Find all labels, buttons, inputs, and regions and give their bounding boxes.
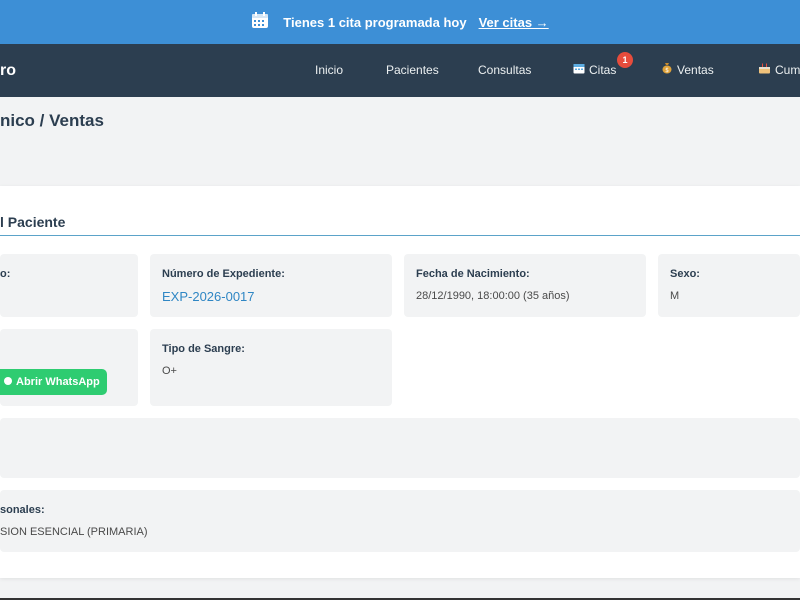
nav-item-citas[interactable]: Citas 1 — [573, 44, 633, 98]
field-first: o: — [0, 254, 138, 317]
nav-item-label: Consultas — [478, 63, 532, 77]
appointments-count-badge: 1 — [617, 52, 633, 68]
field-label: sonales: — [0, 504, 45, 516]
top-navbar: ro Inicio Pacientes Consultas Citas 1 $ … — [0, 44, 800, 97]
nav-item-pacientes[interactable]: Pacientes — [386, 44, 439, 97]
birthday-cake-icon — [758, 45, 771, 98]
field-label: Fecha de Nacimiento: — [416, 268, 530, 280]
expediente-value: EXP-2026-0017 — [162, 289, 255, 304]
section-divider — [0, 235, 800, 236]
brand-logo-text[interactable]: ro — [0, 44, 16, 97]
nav-item-inicio[interactable]: Inicio — [315, 44, 343, 97]
field-expediente: Número de Expediente: EXP-2026-0017 — [150, 254, 392, 317]
field-empty-block — [0, 418, 800, 478]
field-label: Tipo de Sangre: — [162, 343, 245, 355]
nav-item-ventas[interactable]: $ Ventas — [661, 44, 714, 98]
section-title: l Paciente — [0, 214, 66, 230]
banner-message: Tienes 1 cita programada hoy — [283, 14, 467, 30]
nav-item-label: Ventas — [677, 63, 714, 77]
appointment-banner: Tienes 1 cita programada hoy Ver citas → — [0, 0, 800, 44]
page-title: nico / Ventas — [0, 111, 104, 130]
field-tipo-sangre: Tipo de Sangre: O+ — [150, 329, 392, 406]
field-label: Número de Expediente: — [162, 268, 285, 280]
nav-item-label: Pacientes — [386, 63, 439, 77]
whatsapp-icon — [4, 377, 12, 385]
calendar-icon — [251, 12, 269, 32]
nav-item-label: Cum — [775, 63, 800, 77]
money-bag-icon: $ — [661, 45, 673, 98]
field-antecedentes-personales: sonales: SION ESENCIAL (PRIMARIA) — [0, 490, 800, 552]
field-sexo: Sexo: M — [658, 254, 800, 317]
tipo-sangre-value: O+ — [162, 365, 177, 377]
calendar-icon — [573, 45, 585, 98]
svg-text:$: $ — [665, 67, 669, 74]
sexo-value: M — [670, 290, 680, 302]
whatsapp-button-label: Abrir WhatsApp — [16, 376, 100, 388]
nav-item-label: Citas — [589, 63, 617, 77]
view-appointments-link[interactable]: Ver citas → — [479, 15, 549, 30]
field-fecha-nacimiento: Fecha de Nacimiento: 28/12/1990, 18:00:0… — [404, 254, 646, 317]
fecha-nacimiento-value: 28/12/1990, 18:00:00 (35 años) — [416, 290, 570, 302]
field-label: Sexo: — [670, 268, 700, 280]
patient-info-card: l Paciente o: Número de Expediente: EXP-… — [0, 186, 800, 578]
field-label: o: — [0, 268, 11, 280]
nav-item-cumpleanos[interactable]: Cum — [758, 44, 800, 98]
nav-item-consultas[interactable]: Consultas — [478, 44, 531, 97]
antecedentes-value: SION ESENCIAL (PRIMARIA) — [0, 526, 148, 538]
nav-item-label: Inicio — [315, 63, 344, 77]
open-whatsapp-button[interactable]: Abrir WhatsApp — [0, 369, 107, 395]
